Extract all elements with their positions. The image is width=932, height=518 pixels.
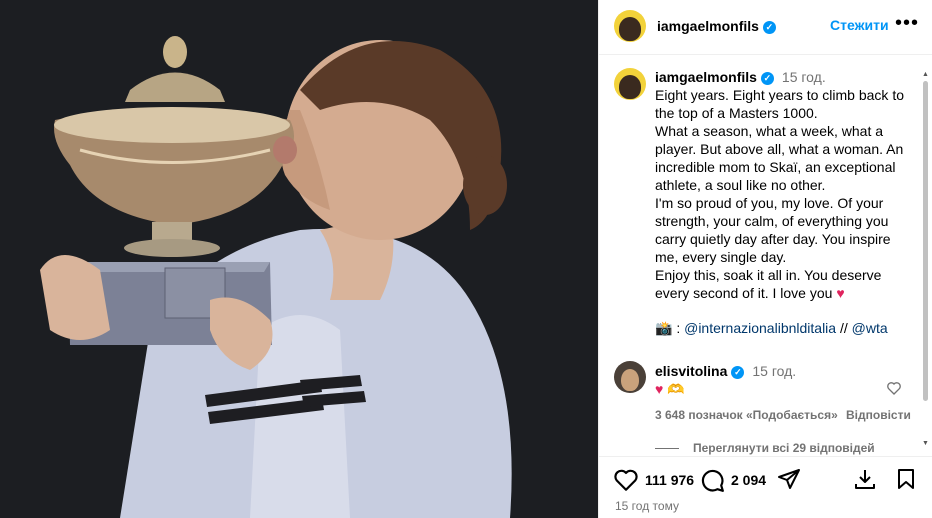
view-replies-label[interactable]: Переглянути всі 29 відповідей: [693, 441, 875, 455]
caption-username[interactable]: iamgaelmonfils ✓ 15 год.: [655, 69, 826, 85]
mention-prefix: :: [676, 320, 681, 336]
download-button[interactable]: [853, 467, 877, 491]
mention-link-internazionali[interactable]: @internazionalibnlditalia: [684, 320, 836, 336]
like-button[interactable]: 111 976: [613, 467, 694, 493]
scrollbar[interactable]: ▲ ▼: [921, 71, 930, 447]
post-header: iamgaelmonfils ✓ Стежити •••: [599, 0, 932, 55]
camera-icon: 📸: [655, 320, 673, 336]
header-username-text[interactable]: iamgaelmonfils: [657, 18, 759, 34]
verified-icon: ✓: [762, 20, 776, 34]
header-username[interactable]: iamgaelmonfils ✓: [657, 18, 776, 34]
avatar[interactable]: [614, 361, 646, 393]
avatar[interactable]: [614, 68, 646, 100]
share-button[interactable]: [777, 467, 801, 491]
photo-illustration: [0, 0, 598, 518]
share-icon[interactable]: [777, 467, 801, 491]
bookmark-icon[interactable]: [894, 467, 918, 491]
red-heart-emoji: ♥: [655, 381, 664, 397]
caption-body: Eight years. Eight years to climb back t…: [655, 87, 904, 301]
post-timestamp: 15 год тому: [615, 499, 679, 513]
avatar[interactable]: [614, 10, 646, 42]
mention-separator: //: [839, 320, 848, 336]
comment-text: ♥ 🫶: [655, 381, 685, 398]
more-icon[interactable]: •••: [895, 12, 919, 35]
scroll-down-icon[interactable]: ▼: [922, 440, 929, 447]
view-replies-button[interactable]: Переглянути всі 29 відповідей: [655, 441, 875, 455]
mention-link-wta[interactable]: @wta: [852, 320, 888, 336]
action-bar: 111 976 2 094 15 год тому: [599, 456, 932, 518]
caption-text: Eight years. Eight years to climb back t…: [655, 86, 913, 302]
caption-username-text[interactable]: iamgaelmonfils: [655, 69, 757, 85]
verified-icon: ✓: [760, 71, 774, 85]
verified-icon: ✓: [731, 365, 745, 379]
comment-time: 15 год.: [752, 363, 797, 379]
post-photo[interactable]: [0, 0, 598, 518]
hands-emoji: 🫶: [667, 381, 685, 397]
comment-meta: 3 648 позначок «Подобається» Відповісти: [655, 408, 911, 422]
comment-button[interactable]: 2 094: [699, 467, 766, 493]
scrollbar-thumb[interactable]: [923, 81, 928, 401]
comments-count[interactable]: 2 094: [731, 472, 766, 488]
caption-time: 15 год.: [781, 69, 826, 85]
heart-icon[interactable]: [886, 380, 902, 396]
likes-count[interactable]: 111 976: [645, 472, 694, 488]
follow-button[interactable]: Стежити: [830, 17, 889, 33]
comments-list[interactable]: iamgaelmonfils ✓ 15 год. Eight years. Eigh…: [599, 56, 932, 456]
comment-likes[interactable]: 3 648 позначок «Подобається»: [655, 408, 838, 422]
save-button[interactable]: [894, 467, 918, 491]
comment-username[interactable]: elisvitolina ✓ 15 год.: [655, 363, 796, 379]
red-heart-emoji: ♥: [836, 285, 845, 301]
download-icon[interactable]: [853, 467, 877, 491]
comment-icon[interactable]: [699, 467, 725, 493]
post-side-panel: iamgaelmonfils ✓ Стежити ••• iamgaelmonfi…: [598, 0, 932, 518]
divider: [655, 447, 679, 449]
reply-button[interactable]: Відповісти: [846, 408, 911, 422]
mention-line: 📸 : @internazionalibnlditalia // @wta: [655, 320, 888, 337]
scroll-up-icon[interactable]: ▲: [922, 71, 929, 78]
comment-username-text[interactable]: elisvitolina: [655, 363, 727, 379]
heart-icon[interactable]: [613, 467, 639, 493]
